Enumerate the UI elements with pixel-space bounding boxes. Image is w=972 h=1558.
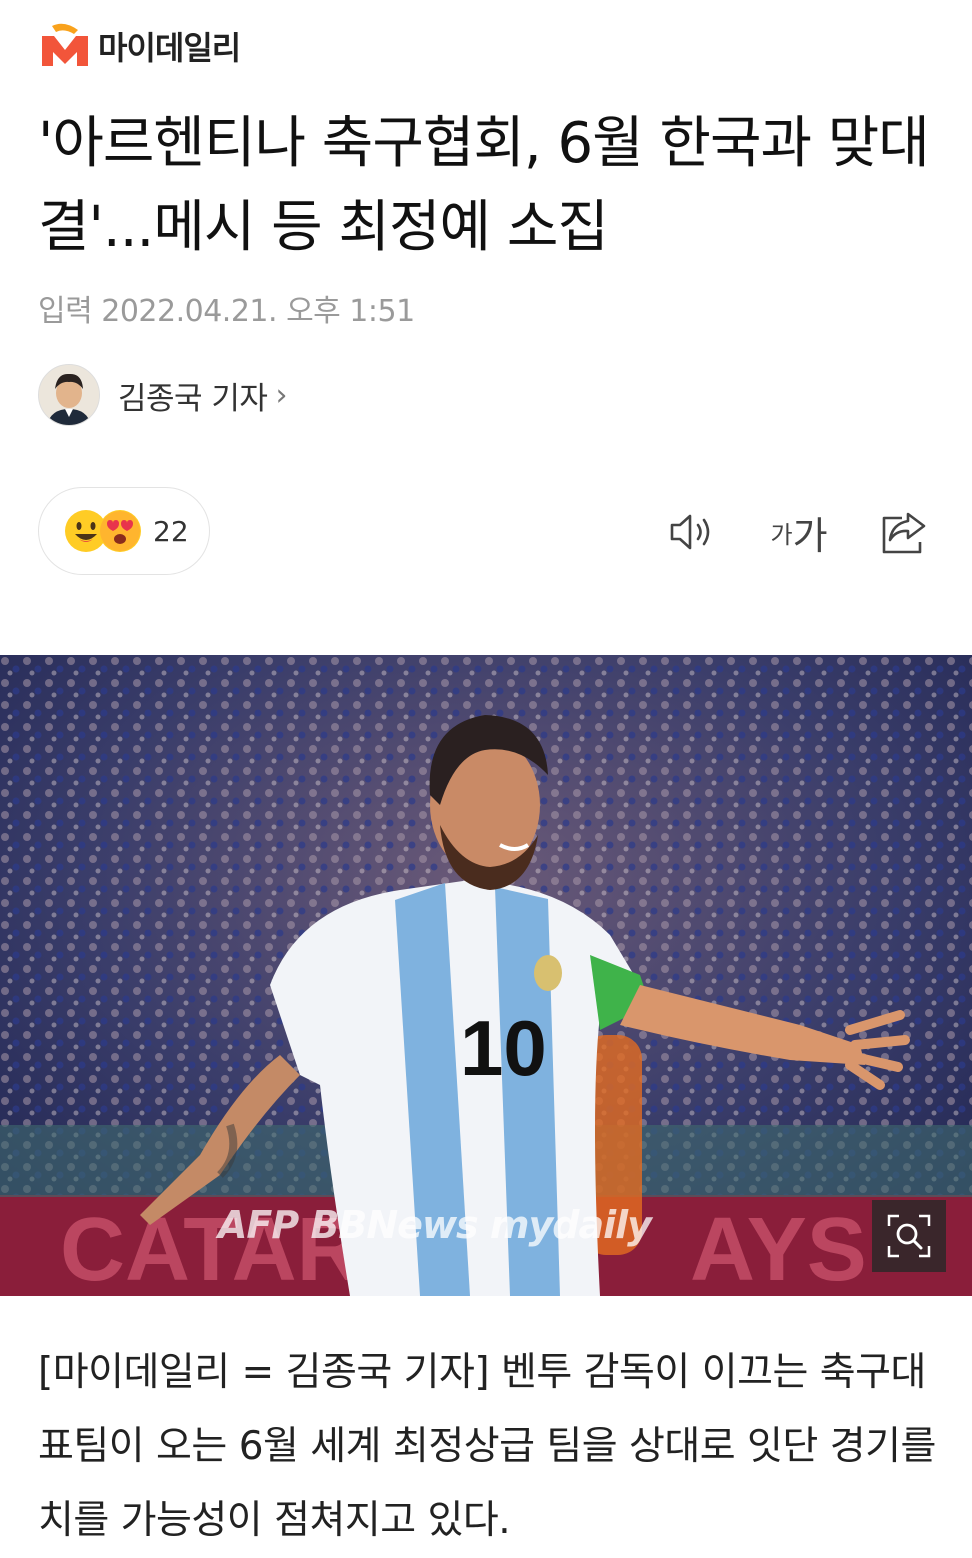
font-size-button[interactable]: 가가 [766, 505, 832, 559]
author-name: 김종국 기자 [118, 380, 268, 417]
photo-zoom-button[interactable] [872, 1200, 946, 1272]
magnify-icon [887, 1214, 931, 1258]
reaction-button[interactable]: 22 [38, 487, 210, 575]
svg-text:10: 10 [460, 1004, 547, 1092]
article-photo[interactable]: CATAR AYS 10 [0, 655, 972, 1296]
article-headline: '아르헨티나 축구협회, 6월 한국과 맞대결'...메시 등 최정예 소집 [38, 111, 930, 260]
chevron-right-icon: › [275, 377, 288, 413]
svg-text:AYS: AYS [690, 1200, 867, 1296]
site-logo[interactable]: 마이데일리 [38, 18, 241, 74]
author-avatar [38, 364, 100, 426]
messi-celebration-photo: CATAR AYS 10 [0, 655, 972, 1296]
text-to-speech-button[interactable] [666, 505, 722, 559]
speaker-icon [670, 514, 710, 550]
author-byline[interactable]: 김종국 기자 › [38, 364, 287, 426]
article-body: [마이데일리 = 김종국 기자] 벤투 감독이 이끄는 축구대표팀이 오는 6월… [38, 1350, 936, 1543]
publish-date: 입력 2022.04.21. 오후 1:51 [38, 294, 415, 329]
heart-eyes-emoji-icon [99, 510, 141, 552]
share-icon [882, 512, 926, 554]
font-large-glyph: 가 [792, 513, 828, 558]
site-name: 마이데일리 [98, 29, 241, 67]
photo-watermark: AFP BBNews mydaily [218, 1203, 652, 1247]
font-small-glyph: 가 [770, 520, 793, 549]
reaction-count: 22 [153, 514, 189, 548]
share-button[interactable] [876, 505, 932, 559]
mydaily-logo-icon [38, 22, 92, 70]
